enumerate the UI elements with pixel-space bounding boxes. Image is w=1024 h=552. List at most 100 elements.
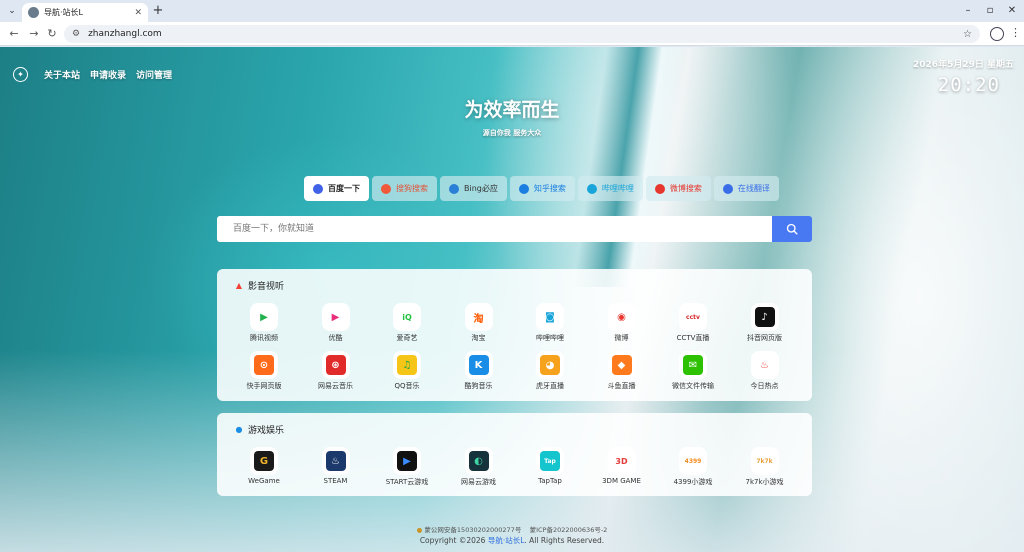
engine-tab-label: 哔哩哔哩 <box>601 184 634 193</box>
qq-music-icon: ♫ <box>397 355 417 375</box>
site-link-3dm[interactable]: 3D 3DM GAME <box>586 451 658 485</box>
site-link-start[interactable]: ▶ START云游戏 <box>371 451 443 487</box>
site-link-kugou[interactable]: K 酷狗音乐 <box>443 355 515 391</box>
footer-records: ● 蒙公网安备15030202000277号 蒙ICP备2022000636号-… <box>0 524 1024 534</box>
site-link-taobao[interactable]: 淘淘宝 <box>443 307 515 343</box>
nav-link-manage[interactable]: 访问管理 <box>136 68 172 81</box>
browser-tab-bar: ⌄ 导航·站长L ✕ + – ▫ ✕ <box>0 0 1024 22</box>
copyright-prefix: Copyright ©2026 <box>419 536 486 545</box>
site-link-label: 虎牙直播 <box>536 382 564 390</box>
cctv-icon: cctv <box>683 307 703 327</box>
bilibili-icon: ◙ <box>540 307 560 327</box>
site-link-label: 斗鱼直播 <box>607 382 636 390</box>
site-link-iqiyi[interactable]: iQ 爱奇艺 <box>371 307 443 343</box>
site-link-label: 抖音网页版 <box>747 334 782 342</box>
site-link-bilibili[interactable]: ◙ 哔哩哔哩 <box>514 307 586 343</box>
section-title-text: 游戏娱乐 <box>248 426 285 436</box>
site-link-steam[interactable]: ♨ STEAM <box>300 451 372 485</box>
search-input[interactable] <box>217 216 772 242</box>
browser-toolbar: ← → ↻ ⚙ zhanzhangl.com ☆ ⋮ <box>0 22 1024 46</box>
forward-arrow-icon[interactable]: → <box>26 26 42 42</box>
site-link-taptap[interactable]: Tap TapTap <box>514 451 586 485</box>
minimize-icon[interactable]: – <box>958 3 978 19</box>
site-link-qq-music[interactable]: ♫ QQ音乐 <box>371 355 443 391</box>
clock-display: 20:20 <box>937 74 1000 96</box>
nav-link-about[interactable]: 关于本站 <box>44 68 80 81</box>
engine-tab-bilibili[interactable]: 哔哩哔哩 <box>577 176 643 201</box>
site-link-hot[interactable]: ♨ 今日热点 <box>729 355 801 391</box>
site-link-label: 3DM GAME <box>602 477 641 485</box>
site-link-label: 微信文件传输 <box>672 382 714 390</box>
site-link-label: 网易云音乐 <box>318 382 353 390</box>
site-link-wechat[interactable]: ✉ 微信文件传输 <box>657 355 729 391</box>
fire-icon: ▲ <box>235 281 243 290</box>
profile-icon[interactable] <box>990 27 1004 41</box>
engine-tab-zhihu[interactable]: 知乎搜索 <box>509 176 575 201</box>
engine-tab-bing[interactable]: Bing必应 <box>440 176 507 201</box>
site-link-huya[interactable]: ◕ 虎牙直播 <box>514 355 586 391</box>
site-link-cctv[interactable]: cctv CCTV直播 <box>657 307 729 343</box>
browser-tab[interactable]: 导航·站长L ✕ <box>22 3 148 22</box>
site-link-wegame[interactable]: G WeGame <box>228 451 300 485</box>
site-link-kuaishou[interactable]: ⊙ 快手网页版 <box>228 355 300 391</box>
close-window-icon[interactable]: ✕ <box>1002 3 1022 19</box>
restore-icon[interactable]: ▫ <box>980 3 1000 19</box>
engine-tab-sogou[interactable]: 搜狗搜索 <box>372 176 437 201</box>
bookmark-star-icon[interactable]: ☆ <box>963 29 972 40</box>
police-record-link[interactable]: 蒙公网安备15030202000277号 <box>424 526 521 534</box>
nav-link-apply[interactable]: 申请收录 <box>90 68 126 81</box>
back-arrow-icon[interactable]: ← <box>6 26 22 42</box>
taobao-icon: 淘 <box>468 307 489 327</box>
address-bar[interactable]: ⚙ zhanzhangl.com ☆ <box>64 25 980 43</box>
section-card-games: ● 游戏娱乐 G WeGame ♨ STEAM ▶ START云游戏 ◐ 网易云游戏 Tap Ta… <box>217 413 812 496</box>
site-link-tencent-video[interactable]: ▶ 腾讯视频 <box>228 307 300 343</box>
engine-tab-label: 在线翻译 <box>737 184 770 193</box>
site-link-netease-game[interactable]: ◐ 网易云游戏 <box>443 451 515 487</box>
menu-kebab-icon[interactable]: ⋮ <box>1010 26 1021 39</box>
site-link-label: 腾讯视频 <box>250 334 278 342</box>
compass-icon[interactable]: ✦ <box>13 67 28 82</box>
site-link-label: 微博 <box>614 334 629 342</box>
new-tab-button[interactable]: + <box>150 3 166 19</box>
3dm-icon: 3D <box>611 451 632 471</box>
game-icon: ● <box>235 425 243 434</box>
tab-close-icon[interactable]: ✕ <box>134 8 142 18</box>
douyu-icon: ◆ <box>611 355 632 375</box>
site-link-douyu[interactable]: ◆ 斗鱼直播 <box>586 355 658 391</box>
site-link-weibo[interactable]: ◉ 微博 <box>586 307 658 343</box>
engine-tab-weibo[interactable]: 微博搜索 <box>645 176 711 201</box>
site-link-4399[interactable]: 4399 4399小游戏 <box>657 451 729 487</box>
url-text[interactable]: zhanzhangl.com <box>88 29 963 39</box>
engine-tab-translate[interactable]: 在线翻译 <box>713 176 779 201</box>
section-title: ▲ 影音视听 <box>235 279 284 292</box>
top-nav: ✦ 关于本站 申请收录 访问管理 <box>13 67 182 82</box>
hot-icon: ♨ <box>754 355 775 375</box>
kuaishou-icon: ⊙ <box>254 355 274 375</box>
site-link-youku[interactable]: ▶ 优酷 <box>300 307 372 343</box>
reload-icon[interactable]: ↻ <box>44 26 60 42</box>
search-button[interactable] <box>772 216 812 242</box>
engine-tab-label: Bing必应 <box>464 184 498 193</box>
site-link-label: 爱奇艺 <box>396 334 418 342</box>
tab-search-chevron-icon[interactable]: ⌄ <box>4 3 20 19</box>
site-link-label: 淘宝 <box>471 334 486 342</box>
tab-favicon-icon <box>28 7 39 18</box>
4399-icon: 4399 <box>683 451 703 471</box>
site-link-label: WeGame <box>248 477 280 485</box>
kugou-icon: K <box>468 355 489 375</box>
brand-link[interactable]: 导航·站长L <box>488 536 525 545</box>
site-link-netease-music[interactable]: ⊛ 网易云音乐 <box>300 355 372 391</box>
site-link-7k7k[interactable]: 7k7k 7k7k小游戏 <box>729 451 801 487</box>
site-link-label: 今日热点 <box>750 382 779 390</box>
search-engine-tabs: 百度一下 搜狗搜索 Bing必应 知乎搜索 哔哩哔哩 微博搜索 在线翻译 <box>304 176 782 201</box>
site-link-label: 哔哩哔哩 <box>536 334 564 342</box>
engine-tab-label: 知乎搜索 <box>533 184 566 193</box>
site-info-icon[interactable]: ⚙ <box>72 29 80 39</box>
engine-tab-label: 微博搜索 <box>669 184 702 193</box>
page-title: 为效率而生 <box>464 99 560 121</box>
site-link-label: 7k7k小游戏 <box>745 478 784 486</box>
site-link-douyin[interactable]: ♪ 抖音网页版 <box>729 307 801 343</box>
icp-record-link[interactable]: 蒙ICP备2022000636号-2 <box>530 526 608 534</box>
engine-tab-baidu[interactable]: 百度一下 <box>304 176 369 201</box>
police-badge-icon: ● <box>416 526 423 534</box>
